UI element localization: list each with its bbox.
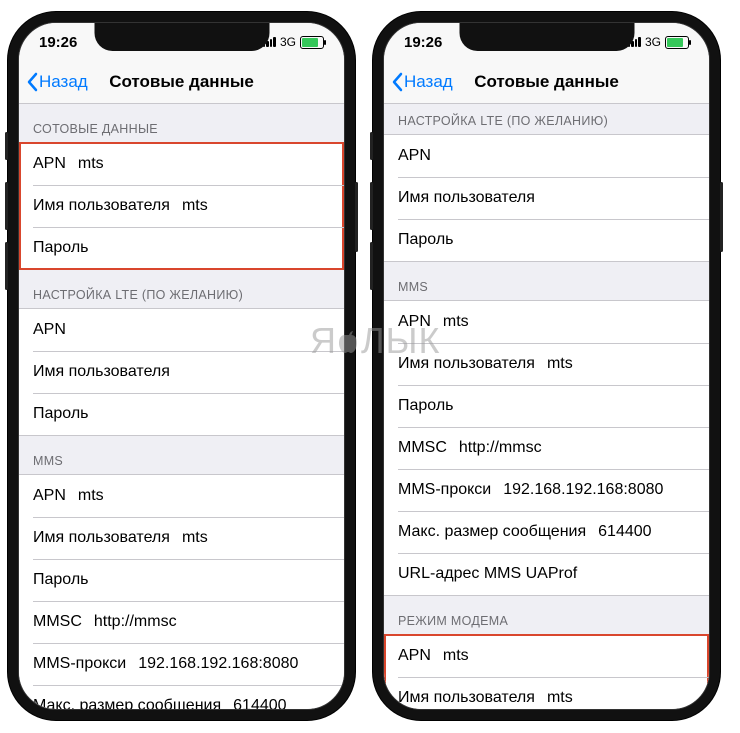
apn-label: APN bbox=[33, 487, 66, 505]
mmsc-row[interactable]: MMSC http://mmsc bbox=[19, 601, 344, 643]
status-time: 19:26 bbox=[39, 34, 77, 51]
password-row[interactable]: Пароль bbox=[19, 393, 344, 435]
lte-group: APN Имя пользователя Пароль bbox=[384, 134, 709, 262]
mms-proxy-value: 192.168.192.168:8080 bbox=[138, 655, 298, 673]
back-button[interactable]: Назад bbox=[384, 72, 453, 92]
apn-label: APN bbox=[33, 321, 66, 339]
password-row[interactable]: Пароль bbox=[384, 385, 709, 427]
apn-row[interactable]: APN mts bbox=[19, 475, 344, 517]
settings-list[interactable]: НАСТРОЙКА LTE (ПО ЖЕЛАНИЮ) APN Имя польз… bbox=[384, 104, 709, 710]
max-size-value: 614400 bbox=[233, 697, 286, 710]
user-row[interactable]: Имя пользователя mts bbox=[384, 343, 709, 385]
user-row[interactable]: Имя пользователя bbox=[19, 351, 344, 393]
uaprof-row[interactable]: URL-адрес MMS UAProf bbox=[384, 553, 709, 595]
apn-value: mts bbox=[443, 313, 469, 331]
notch bbox=[459, 23, 634, 51]
user-row[interactable]: Имя пользователя mts bbox=[384, 677, 709, 710]
mms-proxy-label: MMS-прокси bbox=[33, 655, 126, 673]
user-row[interactable]: Имя пользователя mts bbox=[19, 517, 344, 559]
user-value: mts bbox=[547, 355, 573, 373]
battery-icon bbox=[300, 36, 324, 49]
mmsc-value: http://mmsc bbox=[459, 439, 542, 457]
apn-row[interactable]: APN mts bbox=[384, 301, 709, 343]
max-size-row[interactable]: Макс. размер сообщения 614400 bbox=[19, 685, 344, 710]
lte-group: APN Имя пользователя Пароль bbox=[19, 308, 344, 436]
nav-bar: Назад Сотовые данные bbox=[384, 61, 709, 104]
password-row[interactable]: Пароль bbox=[384, 219, 709, 261]
user-value: mts bbox=[547, 689, 573, 707]
mms-proxy-value: 192.168.192.168:8080 bbox=[503, 481, 663, 499]
password-label: Пароль bbox=[398, 231, 454, 249]
password-label: Пароль bbox=[33, 239, 89, 257]
password-label: Пароль bbox=[33, 405, 89, 423]
mms-proxy-row[interactable]: MMS-прокси 192.168.192.168:8080 bbox=[384, 469, 709, 511]
back-button[interactable]: Назад bbox=[19, 72, 88, 92]
apn-label: APN bbox=[398, 313, 431, 331]
user-row[interactable]: Имя пользователя mts bbox=[19, 185, 344, 227]
phone-left: 19:26 3G Назад Сотовые данные СОТОВЫЕ ДА… bbox=[8, 12, 355, 720]
password-label: Пароль bbox=[33, 571, 89, 589]
max-size-row[interactable]: Макс. размер сообщения 614400 bbox=[384, 511, 709, 553]
apn-value: mts bbox=[78, 487, 104, 505]
apn-row[interactable]: APN bbox=[384, 135, 709, 177]
mmsc-label: MMSC bbox=[398, 439, 447, 457]
chevron-left-icon bbox=[25, 72, 39, 92]
mms-proxy-label: MMS-прокси bbox=[398, 481, 491, 499]
apn-label: APN bbox=[398, 147, 431, 165]
password-row[interactable]: Пароль bbox=[19, 559, 344, 601]
section-header-cellular: СОТОВЫЕ ДАННЫЕ bbox=[19, 104, 344, 142]
max-size-label: Макс. размер сообщения bbox=[33, 697, 221, 710]
battery-icon bbox=[665, 36, 689, 49]
mmsc-row[interactable]: MMSC http://mmsc bbox=[384, 427, 709, 469]
apn-row[interactable]: APN mts bbox=[19, 143, 344, 185]
back-label: Назад bbox=[404, 72, 453, 92]
section-header-mms: MMS bbox=[19, 436, 344, 474]
apn-row[interactable]: APN mts bbox=[384, 635, 709, 677]
user-value: mts bbox=[182, 197, 208, 215]
cellular-group: APN mts Имя пользователя mts Пароль bbox=[19, 142, 344, 270]
section-header-modem: РЕЖИМ МОДЕМА bbox=[384, 596, 709, 634]
apn-label: APN bbox=[33, 155, 66, 173]
user-label: Имя пользователя bbox=[398, 189, 535, 207]
uaprof-label: URL-адрес MMS UAProf bbox=[398, 565, 577, 583]
nav-bar: Назад Сотовые данные bbox=[19, 61, 344, 104]
max-size-value: 614400 bbox=[598, 523, 651, 541]
modem-group: APNmts Имя пользователяmts Пароль bbox=[384, 634, 709, 710]
mmsc-value: http://mmsc bbox=[94, 613, 177, 631]
settings-list[interactable]: СОТОВЫЕ ДАННЫЕ APN mts Имя пользователя mt… bbox=[19, 104, 344, 710]
user-label: Имя пользователя bbox=[33, 197, 170, 215]
notch bbox=[94, 23, 269, 51]
network-label: 3G bbox=[645, 35, 661, 49]
apn-row[interactable]: APN bbox=[19, 309, 344, 351]
section-header-mms: MMS bbox=[384, 262, 709, 300]
back-label: Назад bbox=[39, 72, 88, 92]
user-label: Имя пользователя bbox=[33, 529, 170, 547]
apn-value: mts bbox=[443, 647, 469, 665]
user-row[interactable]: Имя пользователя bbox=[384, 177, 709, 219]
user-value: mts bbox=[182, 529, 208, 547]
user-label: Имя пользователя bbox=[33, 363, 170, 381]
section-header-lte: НАСТРОЙКА LTE (ПО ЖЕЛАНИЮ) bbox=[19, 270, 344, 308]
apn-value: mts bbox=[78, 155, 104, 173]
max-size-label: Макс. размер сообщения bbox=[398, 523, 586, 541]
mms-proxy-row[interactable]: MMS-прокси 192.168.192.168:8080 bbox=[19, 643, 344, 685]
mms-group: APN mts Имя пользователя mts Пароль MMSC ht… bbox=[19, 474, 344, 710]
section-header-lte: НАСТРОЙКА LTE (ПО ЖЕЛАНИЮ) bbox=[384, 104, 709, 134]
mms-group: APN mts Имя пользователя mts Пароль MMSC ht… bbox=[384, 300, 709, 596]
user-label: Имя пользователя bbox=[398, 355, 535, 373]
user-label: Имя пользователя bbox=[398, 689, 535, 707]
mmsc-label: MMSC bbox=[33, 613, 82, 631]
chevron-left-icon bbox=[390, 72, 404, 92]
apn-label: APN bbox=[398, 647, 431, 665]
phone-right: 19:26 3G Назад Сотовые данные НАСТРОЙКА … bbox=[373, 12, 720, 720]
password-label: Пароль bbox=[398, 397, 454, 415]
network-label: 3G bbox=[280, 35, 296, 49]
status-time: 19:26 bbox=[404, 34, 442, 51]
password-row[interactable]: Пароль bbox=[19, 227, 344, 269]
